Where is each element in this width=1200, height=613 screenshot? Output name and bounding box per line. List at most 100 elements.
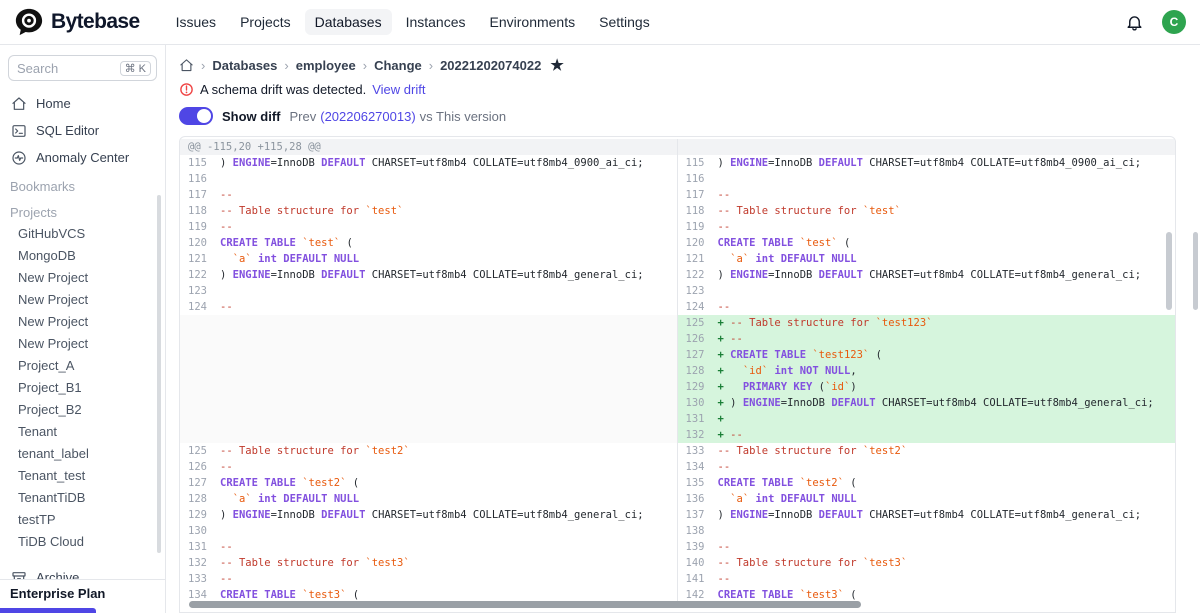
sidebar-scrollbar[interactable] <box>157 195 161 553</box>
version-compare-text: Prev (202206270013) vs This version <box>290 109 507 124</box>
diff-cell <box>180 331 678 347</box>
sql-editor-icon <box>11 123 27 139</box>
breadcrumb-separator: › <box>201 58 205 73</box>
diff-horizontal-scrollbar[interactable] <box>189 601 861 608</box>
sidebar-project-item[interactable]: Project_B2 <box>0 399 165 421</box>
breadcrumb-item-databases[interactable]: Databases <box>212 58 277 73</box>
breadcrumb-item-change[interactable]: Change <box>374 58 422 73</box>
sidebar: ⌘ K Home SQL Editor Anomaly Center Bookm… <box>0 45 166 613</box>
sidebar-project-item[interactable]: New Project <box>0 333 165 355</box>
code-line: + ) ENGINE=InnoDB DEFAULT CHARSET=utf8mb… <box>712 395 1154 411</box>
bookmark-star-icon[interactable]: ★ <box>550 58 563 73</box>
breadcrumb-separator: › <box>429 58 433 73</box>
diff-cell: 125+ -- Table structure for `test123` <box>678 315 1176 331</box>
code-line <box>712 171 718 187</box>
code-line: `a` int DEFAULT NULL <box>712 251 857 267</box>
diff-row: 126--134-- <box>180 459 1175 475</box>
diff-cell: 120CREATE TABLE `test` ( <box>180 235 678 251</box>
alert-text: A schema drift was detected. <box>200 82 366 97</box>
diff-cell: 138 <box>678 523 1176 539</box>
search-box[interactable]: ⌘ K <box>8 55 157 81</box>
show-diff-toggle[interactable] <box>179 107 213 125</box>
sidebar-project-item[interactable]: Project_A <box>0 355 165 377</box>
code-line: + -- Table structure for `test123` <box>712 315 933 331</box>
diff-vertical-scrollbar[interactable] <box>1166 232 1172 310</box>
diff-row: 132+ -- <box>180 427 1175 443</box>
bytebase-logo[interactable]: Bytebase <box>14 7 140 37</box>
code-line: -- Table structure for `test` <box>712 203 901 219</box>
sidebar-section-projects[interactable]: Projects <box>0 197 165 223</box>
sidebar-project-item[interactable]: tenant_label <box>0 443 165 465</box>
code-line <box>712 523 718 539</box>
code-line: -- <box>712 539 731 555</box>
diff-cell <box>180 363 678 379</box>
sidebar-project-item[interactable]: MongoDB <box>0 245 165 267</box>
line-number <box>180 315 214 331</box>
sidebar-project-item[interactable]: Tenant_test <box>0 465 165 487</box>
line-number: 127 <box>678 347 712 363</box>
code-line <box>214 283 220 299</box>
breadcrumb-home-icon[interactable] <box>179 58 194 73</box>
line-number: 118 <box>180 203 214 219</box>
nav-item-settings[interactable]: Settings <box>589 9 660 35</box>
code-line: -- <box>214 299 233 315</box>
sidebar-item-sql-editor[interactable]: SQL Editor <box>0 117 165 144</box>
sidebar-project-item[interactable]: Tenant <box>0 421 165 443</box>
code-line: -- Table structure for `test3` <box>214 555 410 571</box>
sidebar-project-item[interactable]: testTP <box>0 509 165 531</box>
nav-item-instances[interactable]: Instances <box>396 9 476 35</box>
diff-cell: 126-- <box>180 459 678 475</box>
sidebar-project-item[interactable]: TenantTiDB <box>0 487 165 509</box>
sidebar-project-item[interactable]: New Project <box>0 289 165 311</box>
sidebar-item-home[interactable]: Home <box>0 90 165 117</box>
search-input[interactable] <box>17 61 103 76</box>
nav-item-databases[interactable]: Databases <box>305 9 392 35</box>
sidebar-section-bookmarks[interactable]: Bookmarks <box>0 171 165 197</box>
sidebar-item-label: Home <box>36 96 71 111</box>
diff-rows: @@ -115,20 +115,28 @@115) ENGINE=InnoDB … <box>180 137 1175 603</box>
diff-cell: 124-- <box>180 299 678 315</box>
code-line: ) ENGINE=InnoDB DEFAULT CHARSET=utf8mb4 … <box>712 155 1142 171</box>
code-line: -- <box>214 219 233 235</box>
nav-item-projects[interactable]: Projects <box>230 9 301 35</box>
line-number <box>180 427 214 443</box>
page-scrollbar[interactable] <box>1193 232 1198 310</box>
sidebar-project-item[interactable]: New Project <box>0 267 165 289</box>
diff-row: 122) ENGINE=InnoDB DEFAULT CHARSET=utf8m… <box>180 267 1175 283</box>
diff-cell <box>180 427 678 443</box>
line-number: 128 <box>678 363 712 379</box>
bell-icon[interactable] <box>1125 13 1144 32</box>
sidebar-project-item[interactable]: Project_B1 <box>0 377 165 399</box>
diff-cell: 128+ `id` int NOT NULL, <box>678 363 1176 379</box>
diff-cell <box>180 411 678 427</box>
line-number: 133 <box>180 571 214 587</box>
user-avatar[interactable]: C <box>1162 10 1186 34</box>
diff-cell: 141-- <box>678 571 1176 587</box>
code-line: ) ENGINE=InnoDB DEFAULT CHARSET=utf8mb4 … <box>214 155 644 171</box>
breadcrumb-item-employee[interactable]: employee <box>296 58 356 73</box>
line-number: 125 <box>180 443 214 459</box>
diff-cell: 119-- <box>678 219 1176 235</box>
toggle-knob <box>197 109 211 123</box>
nav-item-environments[interactable]: Environments <box>480 9 586 35</box>
diff-cell: 116 <box>180 171 678 187</box>
code-line: ) ENGINE=InnoDB DEFAULT CHARSET=utf8mb4 … <box>712 267 1142 283</box>
diff-cell <box>678 139 1176 155</box>
sidebar-project-item[interactable]: TiDB Cloud <box>0 531 165 553</box>
line-number: 139 <box>678 539 712 555</box>
diff-cell: 125-- Table structure for `test2` <box>180 443 678 459</box>
breadcrumb-item-version[interactable]: 20221202074022 <box>440 58 541 73</box>
diff-cell: 122) ENGINE=InnoDB DEFAULT CHARSET=utf8m… <box>180 267 678 283</box>
sidebar-item-anomaly-center[interactable]: Anomaly Center <box>0 144 165 171</box>
prev-version-link[interactable]: (202206270013) <box>320 109 415 124</box>
sidebar-project-item[interactable]: GitHubVCS <box>0 223 165 245</box>
diff-row: 128 `a` int DEFAULT NULL136 `a` int DEFA… <box>180 491 1175 507</box>
line-number: 126 <box>180 459 214 475</box>
code-line: -- <box>214 539 233 555</box>
diff-row: 119--119-- <box>180 219 1175 235</box>
line-number: 117 <box>180 187 214 203</box>
sidebar-project-item[interactable]: New Project <box>0 311 165 333</box>
view-drift-link[interactable]: View drift <box>372 82 425 97</box>
nav-item-issues[interactable]: Issues <box>166 9 226 35</box>
diff-row: 124--124-- <box>180 299 1175 315</box>
